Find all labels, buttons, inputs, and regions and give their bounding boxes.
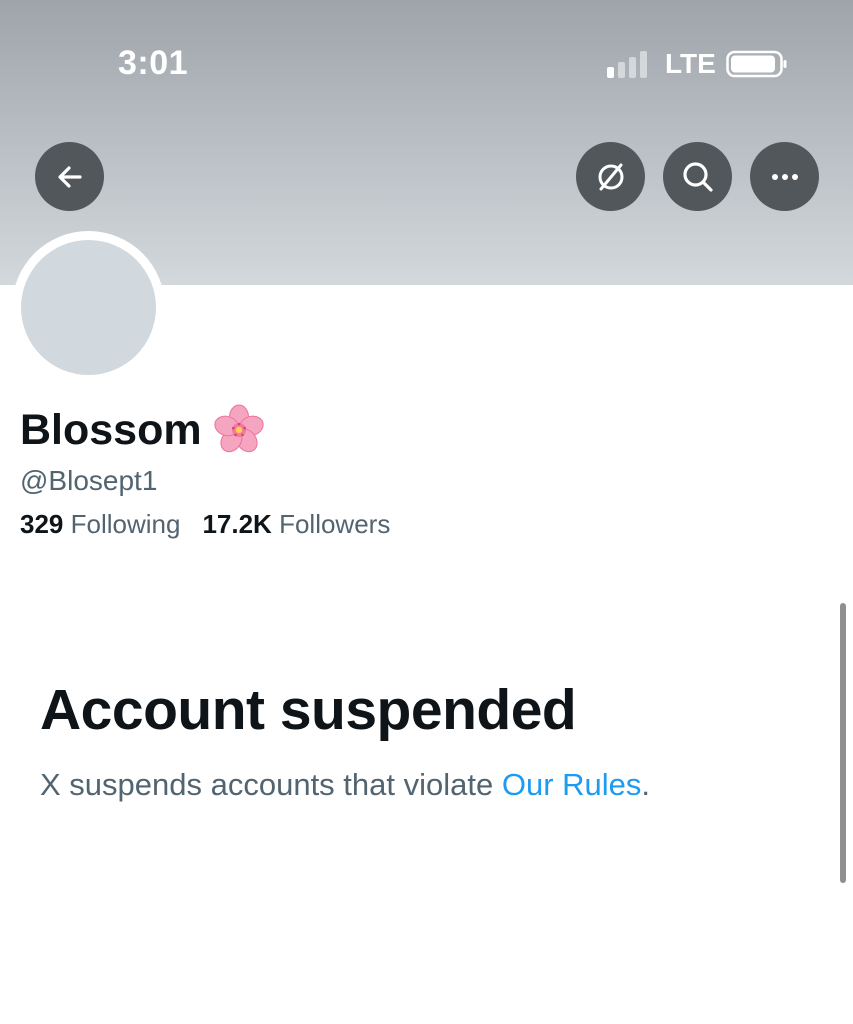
grok-button[interactable] [576,142,645,211]
display-name-text: Blossom [20,405,202,454]
user-handle: @Blosept1 [20,465,158,496]
following-label: Following [70,509,181,539]
status-time: 3:01 [118,44,189,82]
more-options-button[interactable] [750,142,819,211]
avatar[interactable] [12,231,165,384]
back-button[interactable] [35,142,104,211]
network-type: LTE [665,48,716,79]
grok-icon [598,163,623,190]
our-rules-link[interactable]: Our Rules [502,767,642,802]
display-name: Blossom [20,403,266,457]
suspension-title: Account suspended [40,678,577,742]
followers-label: Followers [279,509,391,539]
more-horizontal-icon [771,173,798,180]
following-link[interactable]: 329 Following [20,509,180,540]
following-count: 329 [20,509,64,539]
avatar-placeholder [21,240,156,375]
followers-count: 17.2K [202,509,272,539]
arrow-left-icon [57,165,82,188]
status-bar: 3:01 LTE [0,0,853,130]
suspension-description: X suspends accounts that violate Our Rul… [40,767,650,803]
search-button[interactable] [663,142,732,211]
scrollbar[interactable] [840,603,846,883]
suspension-description-end: . [641,767,651,802]
battery-icon [726,50,787,78]
cellular-signal-icon [607,50,651,78]
suspension-description-text: X suspends accounts that violate [40,767,502,802]
search-icon [682,161,713,192]
cherry-blossom-emoji-icon [213,404,264,453]
follow-stats: 329 Following 17.2K Followers [20,509,390,540]
followers-link[interactable]: 17.2K Followers [202,509,390,540]
